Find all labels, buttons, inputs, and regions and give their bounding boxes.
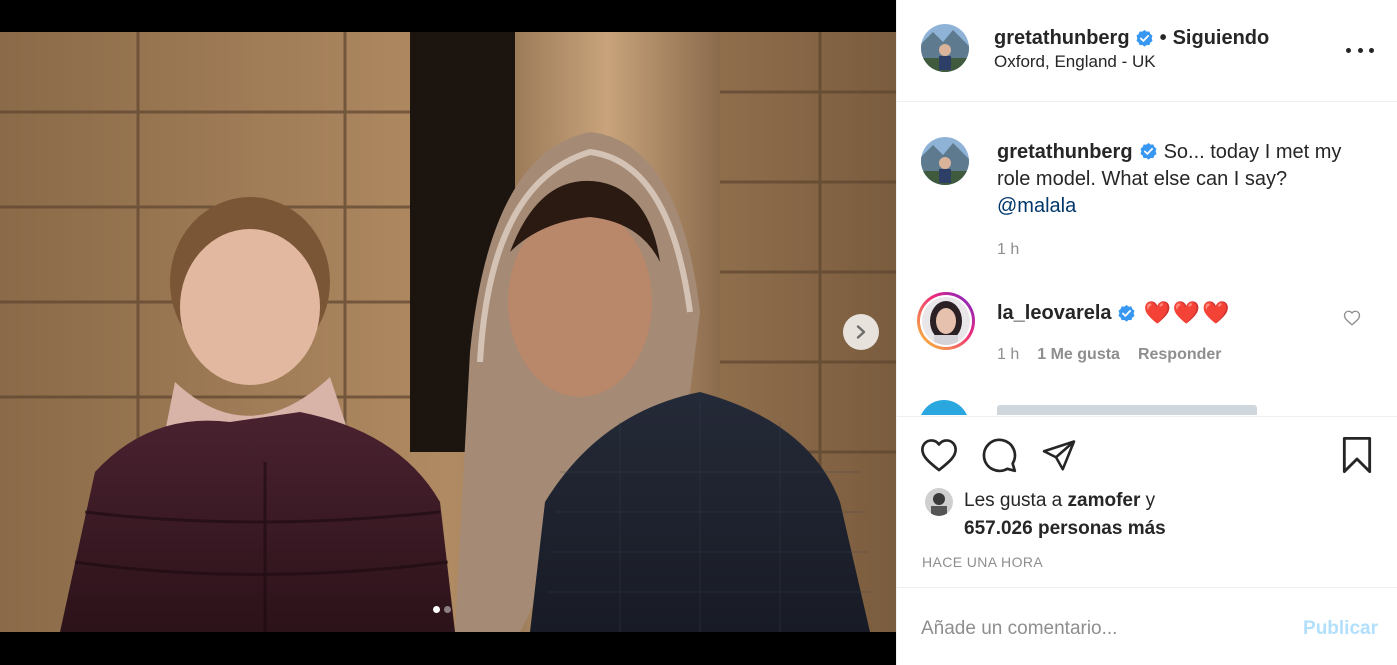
reply-button[interactable]: Responder [1138, 346, 1222, 364]
likes-count-link[interactable]: 657.026 personas más [964, 518, 1166, 539]
comment-body: ❤️❤️❤️ [1143, 300, 1232, 325]
share-button[interactable] [1039, 435, 1079, 475]
post-side-panel: gretathunberg • Siguiendo Oxford, Englan… [896, 0, 1397, 665]
post-actions: Les gusta a zamofer y 657.026 personas m… [897, 416, 1397, 587]
comment-icon [982, 438, 1017, 473]
liker-username[interactable]: zamofer [1068, 490, 1141, 511]
post-media [0, 0, 896, 665]
more-dot [1357, 47, 1363, 53]
carousel-dot [444, 606, 451, 613]
comment-meta: 1 h 1 Me gusta Responder [997, 346, 1222, 364]
publish-button[interactable]: Publicar [1303, 618, 1378, 640]
caption-username[interactable]: gretathunberg [997, 141, 1133, 163]
verified-badge-icon [1136, 29, 1153, 47]
header-separator: • [1159, 27, 1167, 49]
more-dot [1346, 47, 1351, 53]
story-ring[interactable] [917, 292, 975, 350]
liker-avatar[interactable] [925, 488, 953, 516]
likes-connector: y [1145, 490, 1156, 511]
caption-avatar[interactable] [921, 137, 969, 185]
post-photo[interactable] [0, 32, 896, 632]
like-button[interactable] [919, 435, 959, 475]
commenter-avatar[interactable] [922, 297, 970, 345]
header-user-line: gretathunberg • Siguiendo [994, 27, 1269, 50]
comment-input[interactable] [921, 614, 1261, 644]
more-options-icon[interactable] [1346, 38, 1374, 62]
comment-timestamp[interactable]: 1 h [997, 346, 1019, 364]
comment-likes-count[interactable]: 1 Me gusta [1037, 346, 1120, 364]
next-comment-avatar[interactable] [919, 400, 969, 415]
next-image-button[interactable] [843, 314, 879, 350]
comment-button[interactable] [979, 435, 1019, 475]
more-dot [1369, 47, 1374, 53]
likes-summary: Les gusta a zamofer y 657.026 personas m… [964, 487, 1166, 543]
heart-icon [1343, 310, 1361, 326]
chevron-right-icon [856, 325, 866, 339]
comments-list[interactable]: gretathunberg So... today I met my role … [897, 103, 1397, 415]
carousel-dot-active [433, 606, 440, 613]
verified-badge-icon [1118, 304, 1135, 322]
post-header: gretathunberg • Siguiendo Oxford, Englan… [897, 0, 1397, 102]
comment-like-button[interactable] [1343, 309, 1361, 332]
following-button[interactable]: Siguiendo [1173, 27, 1270, 50]
heart-icon [921, 439, 957, 472]
likes-prefix: Les gusta a [964, 490, 1063, 511]
story-ring-inner [920, 295, 972, 347]
paper-plane-icon [1042, 440, 1076, 471]
bookmark-icon [1342, 436, 1372, 474]
caption-timestamp[interactable]: 1 h [997, 241, 1019, 259]
verified-badge-icon [1140, 142, 1157, 160]
add-comment-bar: Publicar [897, 587, 1397, 665]
save-button[interactable] [1337, 435, 1377, 475]
next-comment-preview [997, 405, 1257, 415]
comment-username[interactable]: la_leovarela [997, 302, 1112, 325]
caption-mention-link[interactable]: @malala [997, 195, 1076, 217]
author-username[interactable]: gretathunberg [994, 27, 1130, 50]
post-location[interactable]: Oxford, England - UK [994, 52, 1156, 72]
caption-text: gretathunberg So... today I met my role … [997, 139, 1357, 220]
author-avatar[interactable] [921, 24, 969, 72]
carousel-indicator [433, 606, 451, 613]
post-timestamp[interactable]: HACE UNA HORA [922, 554, 1043, 570]
comment-text: la_leovarela ❤️❤️❤️ [997, 300, 1232, 326]
